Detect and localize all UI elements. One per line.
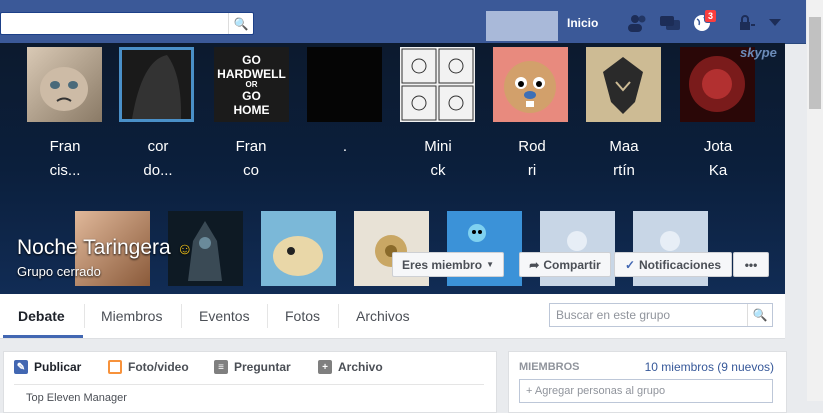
members-header: MIEMBROS [519,361,580,373]
chevron-down-icon: ▼ [486,260,494,269]
tab-divider [267,304,268,328]
taringa-badge-icon: ☺ [176,241,193,258]
group-privacy-label: Grupo cerrado [17,264,101,279]
post-composer: ✎ Publicar Foto/video ≡ Preguntar + Arch… [3,351,497,413]
search-icon[interactable]: 🔍 [747,304,772,326]
member-name-7[interactable]: Maa rtín [584,135,664,183]
member-name-3[interactable]: Fran co [211,135,291,183]
member-photo-6[interactable] [493,47,568,122]
member-name-6[interactable]: Rod ri [492,135,572,183]
page-scrollbar[interactable] [807,0,823,401]
member-photo-5[interactable] [400,47,475,122]
file-upload-tab[interactable]: + Archivo [318,360,383,374]
post-preview-text: Top Eleven Manager [26,392,127,404]
global-search-input[interactable]: 🔍 [0,12,254,35]
share-button[interactable]: ➦ Compartir [519,252,611,277]
member-name-1[interactable]: Fran cis... [25,135,105,183]
group-cover: GO HARDWELL OR GO HOME skype Fran cis... … [0,43,785,294]
tab-miembros[interactable]: Miembros [101,294,162,338]
member-photo-11[interactable] [261,211,336,286]
search-icon[interactable]: 🔍 [228,13,253,34]
group-title[interactable]: Noche Taringera ☺ [17,236,193,260]
tab-divider [338,304,339,328]
members-box: MIEMBROS 10 miembros (9 nuevos) + Agrega… [508,351,787,413]
privacy-lock-icon[interactable] [735,13,759,33]
plus-icon: + [318,360,332,374]
publish-tab[interactable]: ✎ Publicar [14,360,81,374]
notification-count-badge: 3 [704,9,718,23]
messages-icon[interactable] [658,13,682,33]
ask-question-tab[interactable]: ≡ Preguntar [214,360,291,374]
tab-eventos[interactable]: Eventos [199,294,250,338]
tab-fotos[interactable]: Fotos [285,294,320,338]
top-navigation-bar: 🔍 Inicio 3 [0,0,806,44]
tab-divider [181,304,182,328]
account-menu-chevron-down-icon[interactable] [763,13,787,33]
add-members-input[interactable]: + Agregar personas al grupo [519,379,773,403]
member-status-button[interactable]: Eres miembro ▼ [392,252,504,277]
tab-divider [84,304,85,328]
member-photo-1[interactable] [27,47,102,122]
group-nav-tabs: Debate Miembros Eventos Fotos Archivos B… [0,294,785,339]
friend-requests-icon[interactable] [626,13,650,33]
photo-icon [108,360,122,374]
tab-archivos[interactable]: Archivos [356,294,410,338]
member-photo-3[interactable]: GO HARDWELL OR GO HOME [214,47,289,122]
share-arrow-icon: ➦ [529,257,540,272]
active-tab-indicator [3,335,83,338]
profile-avatar[interactable] [486,11,558,41]
member-name-8[interactable]: Jota Ka [678,135,758,183]
photo-video-tab[interactable]: Foto/video [108,360,189,374]
member-name-4[interactable]: . [305,135,385,159]
member-name-2[interactable]: cor do... [118,135,198,183]
home-link[interactable]: Inicio [567,16,598,30]
member-name-5[interactable]: Mini ck [398,135,478,183]
divider [14,384,484,385]
scrollbar-thumb[interactable] [809,17,821,109]
question-list-icon: ≡ [214,360,228,374]
tab-debate[interactable]: Debate [18,294,65,338]
skype-watermark: skype [740,45,777,60]
more-options-button[interactable]: ••• [733,252,769,277]
checkmark-icon: ✓ [624,257,636,272]
member-photo-2[interactable] [119,47,194,122]
member-photo-7[interactable] [586,47,661,122]
member-photo-4[interactable] [307,47,382,122]
notifications-button[interactable]: ✓ Notificaciones [614,252,732,277]
members-count-link[interactable]: 10 miembros (9 nuevos) [645,360,774,374]
group-search-input[interactable]: Buscar en este grupo 🔍 [549,303,773,327]
pencil-icon: ✎ [14,360,28,374]
